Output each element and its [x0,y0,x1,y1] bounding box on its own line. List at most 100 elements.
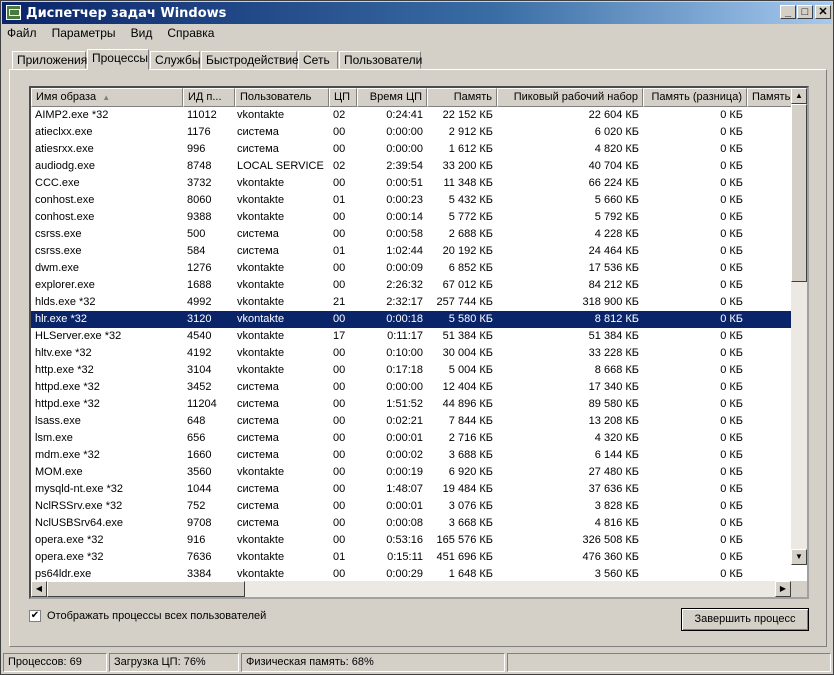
scroll-right-button[interactable]: ▶ [775,581,791,597]
table-row[interactable]: mysqld-nt.exe *32 1044 система 00 1:48:07 19 … [31,481,791,498]
table-row[interactable]: NclUSBSrv64.exe 9708 система 00 0:00:08 3 668… [31,515,791,532]
cell-memory: 22 152 КБ [442,109,493,121]
cell-pid: 4192 [187,347,212,359]
status-cpu-usage: Загрузка ЦП: 76% [109,653,239,672]
tab-applications[interactable]: Приложения [12,51,87,69]
cell-user: vkontakte [237,194,285,206]
cell-image-name: HLServer.exe *32 [35,330,122,342]
table-row[interactable]: MOM.exe 3560 vkontakte 00 0:00:19 6 920 КБ 27 … [31,464,791,481]
cell-image-name: httpd.exe *32 [35,398,100,410]
cell-user: система [237,415,279,427]
cell-memory: 67 012 КБ [442,279,493,291]
table-row[interactable]: hlr.exe *32 3120 vkontakte 00 0:00:18 5 580 К… [31,311,791,328]
column-peak-working-set[interactable]: Пиковый рабочий набор [497,88,643,107]
cell-memory: 6 852 КБ [448,262,493,274]
cell-cpu: 00 [333,279,346,291]
cell-memory: 7 844 КБ [448,415,493,427]
cell-memory: 5 004 КБ [448,364,493,376]
table-row[interactable]: dwm.exe 1276 vkontakte 00 0:00:09 6 852 КБ 17 … [31,260,791,277]
minimize-button[interactable]: _ [780,5,796,19]
column-memory-delta[interactable]: Память (разница) [643,88,747,107]
cell-image-name: opera.exe *32 [35,534,104,546]
table-row[interactable]: atiesrxx.exe 996 система 00 0:00:00 1 612 КБ 4… [31,141,791,158]
cell-cpu-time: 0:00:00 [386,143,423,155]
scroll-left-button[interactable]: ◀ [31,581,47,597]
end-process-button[interactable]: Завершить процесс [681,608,809,631]
table-row[interactable]: explorer.exe 1688 vkontakte 00 2:26:32 67 012… [31,277,791,294]
column-pid[interactable]: ИД п... [183,88,235,107]
table-row[interactable]: opera.exe *32 7636 vkontakte 01 0:15:11 451 6… [31,549,791,566]
table-row[interactable]: hlds.exe *32 4992 vkontakte 21 2:32:17 257 74… [31,294,791,311]
cell-peak-working-set: 84 212 КБ [588,279,639,291]
table-row[interactable]: opera.exe *32 916 vkontakte 00 0:53:16 165 57… [31,532,791,549]
cell-peak-working-set: 4 816 КБ [594,517,639,529]
table-row[interactable]: conhost.exe 8060 vkontakte 01 0:00:23 5 432 К… [31,192,791,209]
tab-processes[interactable]: Процессы [87,49,149,70]
column-cpu-time[interactable]: Время ЦП [357,88,427,107]
table-row[interactable]: mdm.exe *32 1660 система 00 0:00:02 3 688 КБ 6… [31,447,791,464]
column-memory[interactable]: Память [427,88,497,107]
scroll-down-button[interactable]: ▼ [791,549,807,565]
table-row[interactable]: lsm.exe 656 система 00 0:00:01 2 716 КБ 4 320 … [31,430,791,447]
title-bar[interactable]: Диспетчер задач Windows _ □ ✕ [2,2,832,24]
column-cpu[interactable]: ЦП [329,88,357,107]
menu-file[interactable]: Файл [5,25,39,41]
table-row[interactable]: conhost.exe 9388 vkontakte 00 0:00:14 5 772 К… [31,209,791,226]
horizontal-scrollbar[interactable]: ◀ ▶ [31,581,791,597]
close-button[interactable]: ✕ [815,5,831,19]
table-row[interactable]: HLServer.exe *32 4540 vkontakte 17 0:11:17 51… [31,328,791,345]
cell-cpu-time: 0:00:02 [386,449,423,461]
cell-user: vkontakte [237,262,285,274]
cell-pid: 648 [187,415,206,427]
tab-network[interactable]: Сеть [298,51,338,69]
table-row[interactable]: csrss.exe 584 система 01 1:02:44 20 192 КБ 24 … [31,243,791,260]
menu-options[interactable]: Параметры [50,25,118,41]
horizontal-scroll-thumb[interactable] [47,581,245,597]
table-row[interactable]: lsass.exe 648 система 00 0:02:21 7 844 КБ 13 2… [31,413,791,430]
cell-memory: 44 896 КБ [442,398,493,410]
table-row[interactable]: csrss.exe 500 система 00 0:00:58 2 688 КБ 4 22… [31,226,791,243]
column-user[interactable]: Пользователь [235,88,329,107]
cell-memory: 30 004 КБ [442,347,493,359]
maximize-button[interactable]: □ [797,5,813,19]
scroll-up-button[interactable]: ▲ [791,88,807,104]
table-row[interactable]: atieclxx.exe 1176 система 00 0:00:00 2 912 КБ… [31,124,791,141]
menu-view[interactable]: Вид [129,25,155,41]
table-row[interactable]: CCC.exe 3732 vkontakte 00 0:00:51 11 348 КБ 66… [31,175,791,192]
cell-user: система [237,500,279,512]
vertical-scroll-thumb[interactable] [791,104,807,282]
show-all-users-label[interactable]: Отображать процессы всех пользователей [47,610,266,622]
table-row[interactable]: NclRSSrv.exe *32 752 система 00 0:00:01 3 076… [31,498,791,515]
window-title: Диспетчер задач Windows [26,6,227,21]
tab-users[interactable]: Пользователи [339,51,422,69]
cell-cpu-time: 2:39:54 [386,160,423,172]
menu-help[interactable]: Справка [165,25,216,41]
cell-memory-delta: 0 КБ [720,296,743,308]
cell-cpu-time: 0:00:29 [386,568,423,580]
show-all-users-checkbox[interactable]: ✔ [29,610,41,622]
table-row[interactable]: audiodg.exe 8748 LOCAL SERVICE 02 2:39:54 33 … [31,158,791,175]
cell-memory: 5 772 КБ [448,211,493,223]
table-row[interactable]: AIMP2.exe *32 11012 vkontakte 02 0:24:41 22 1… [31,107,791,124]
vertical-scrollbar[interactable]: ▲ ▼ [791,88,807,565]
cell-peak-working-set: 89 580 КБ [588,398,639,410]
table-row[interactable]: http.exe *32 3104 vkontakte 00 0:17:18 5 004 … [31,362,791,379]
cell-peak-working-set: 326 508 КБ [582,534,639,546]
table-row[interactable]: hltv.exe *32 4192 vkontakte 00 0:10:00 30 004… [31,345,791,362]
cell-image-name: explorer.exe [35,279,95,291]
cell-cpu: 00 [333,466,346,478]
cell-image-name: lsm.exe [35,432,73,444]
column-image-name[interactable]: Имя образа ▲ [31,88,183,107]
cell-cpu-time: 0:11:17 [387,330,423,342]
cell-pid: 916 [187,534,206,546]
cell-user: vkontakte [237,364,285,376]
cell-memory-delta: 0 КБ [720,415,743,427]
tab-performance[interactable]: Быстродействие [201,51,299,69]
status-process-count: Процессов: 69 [3,653,107,672]
cell-image-name: CCC.exe [35,177,80,189]
table-row[interactable]: httpd.exe *32 3452 система 00 0:00:00 12 404 … [31,379,791,396]
process-list[interactable]: Имя образа ▲ ИД п... Пользователь ЦП Врем… [29,86,809,599]
table-row[interactable]: httpd.exe *32 11204 система 00 1:51:52 44 896… [31,396,791,413]
tab-services[interactable]: Службы [150,51,200,69]
cell-memory-delta: 0 КБ [720,517,743,529]
